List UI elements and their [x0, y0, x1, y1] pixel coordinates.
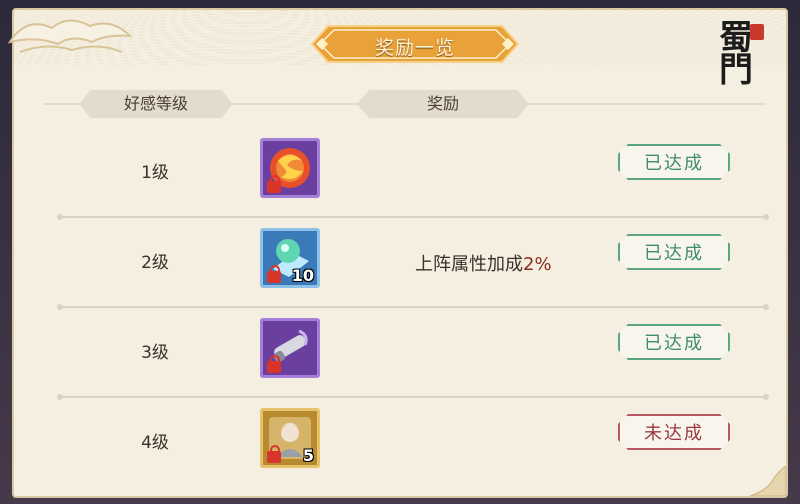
game-logo: 蜀門: [704, 18, 768, 88]
reward-row: 2级 10 上阵属性加成2% 已达成: [57, 218, 769, 310]
item-count: 10: [291, 266, 314, 285]
cloud-ornament-icon: [7, 19, 133, 53]
reward-panel: 奖励一览 蜀門 好感等级 奖励 1级 已达成 2级 10 上阵属性加成2% 已达…: [7, 8, 788, 498]
reward-row: 1级 已达成: [57, 128, 769, 220]
level-label: 4级: [141, 433, 169, 453]
page-title: 奖励一览: [374, 37, 455, 59]
bonus-text: 上阵属性加成2%: [415, 250, 552, 276]
title-banner: 奖励一览: [310, 24, 520, 64]
reward-column-header: 奖励: [357, 90, 529, 118]
reward-item-slot[interactable]: 10: [260, 228, 320, 288]
bonus-value: 2%: [523, 254, 552, 275]
page-curl-icon: [749, 466, 786, 496]
level-label: 3级: [141, 343, 169, 363]
level-label: 2级: [141, 253, 169, 273]
reward-item-slot[interactable]: [260, 318, 320, 378]
level-label: 1级: [141, 163, 169, 183]
lock-icon: [267, 445, 281, 463]
lock-icon: [267, 175, 281, 193]
reward-item-slot[interactable]: [260, 138, 320, 198]
status-achieved-button[interactable]: 已达成: [618, 144, 730, 180]
reward-row: 3级 已达成: [57, 308, 769, 400]
lock-icon: [267, 355, 281, 373]
bonus-prefix: 上阵属性加成: [415, 254, 523, 275]
reward-item-slot[interactable]: 5: [260, 408, 320, 468]
header-rule: [220, 103, 360, 105]
status-achieved-button[interactable]: 已达成: [618, 324, 730, 360]
header-rule: [516, 103, 766, 105]
level-column-header: 好感等级: [80, 90, 232, 118]
logo-seal-icon: [750, 24, 764, 40]
status-achieved-button[interactable]: 已达成: [618, 234, 730, 270]
lock-icon: [267, 265, 281, 283]
item-count: 5: [302, 446, 314, 465]
reward-row: 4级 5 未达成: [60, 398, 766, 488]
status-not-achieved-button[interactable]: 未达成: [618, 414, 730, 450]
